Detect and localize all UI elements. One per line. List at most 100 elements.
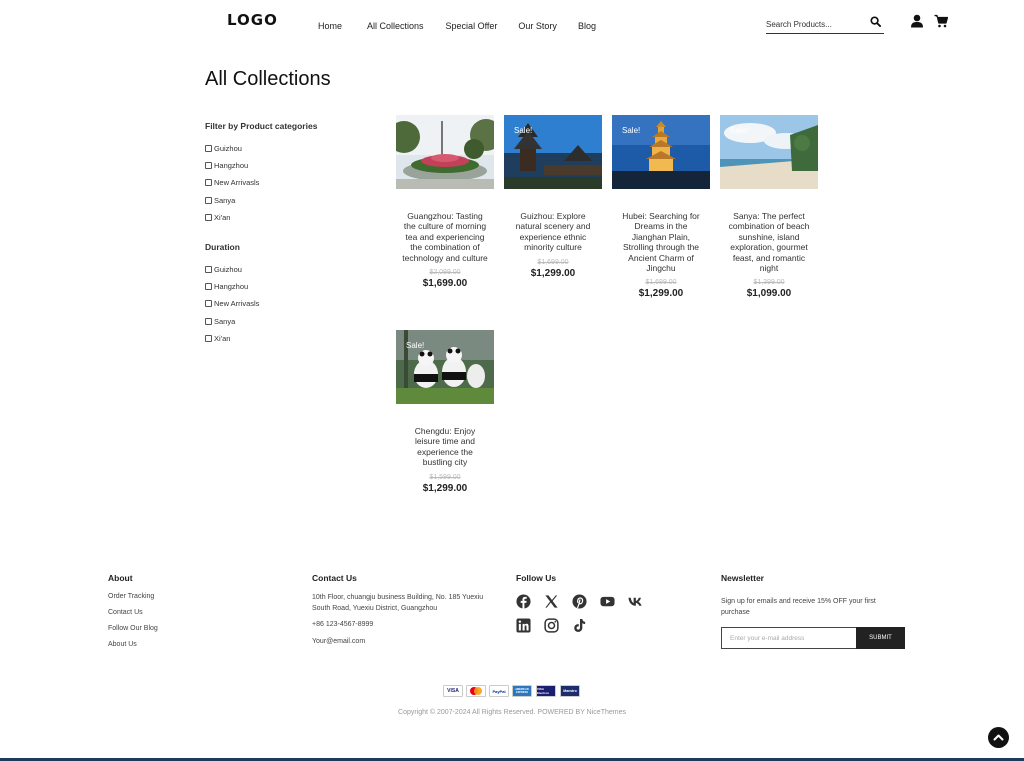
footer-follow-heading: Follow Us xyxy=(516,573,557,583)
product-card-sanya[interactable]: Sale! Sanya: The perfect combination of … xyxy=(720,115,818,299)
product-card-chengdu[interactable]: Sale! Chengdu: Enjoy leisure time and ex… xyxy=(396,330,494,494)
nav-home[interactable]: Home xyxy=(318,21,342,31)
product-image[interactable]: Sale! xyxy=(396,330,494,404)
filter-option[interactable]: Xi'an xyxy=(205,330,259,347)
product-price: $1,099.00 xyxy=(746,288,792,300)
pinterest-icon[interactable] xyxy=(572,594,587,609)
amex-icon: AMERICAN EXPRESS xyxy=(512,685,532,697)
product-image[interactable]: Sale! xyxy=(612,115,710,189)
chevron-up-icon xyxy=(993,734,1004,741)
product-card-guangzhou[interactable]: Guangzhou: Tasting the culture of mornin… xyxy=(396,115,494,289)
vk-icon[interactable] xyxy=(628,594,643,609)
newsletter-text: Sign up for emails and receive 15% OFF y… xyxy=(721,598,876,616)
checkbox[interactable] xyxy=(205,162,212,170)
nav-all-collections[interactable]: All Collections xyxy=(367,21,424,31)
footer-contact-heading: Contact Us xyxy=(312,573,357,583)
footer-newsletter-heading: Newsletter xyxy=(721,573,764,583)
product-image[interactable]: Sale! xyxy=(504,115,602,189)
filter-option[interactable]: Guizhou xyxy=(205,140,259,157)
site-logo[interactable]: LOGO xyxy=(227,11,278,29)
filter-option[interactable]: Hangzhou xyxy=(205,278,259,295)
search-input[interactable] xyxy=(766,16,864,33)
product-name[interactable]: Chengdu: Enjoy leisure time and experien… xyxy=(396,426,494,468)
checkbox[interactable] xyxy=(205,145,212,153)
site-header: LOGO Home All Collections Special Offer … xyxy=(0,0,1024,46)
filter-option[interactable]: Hangzhou xyxy=(205,157,259,174)
filter-option[interactable]: Guizhou xyxy=(205,261,259,278)
product-old-price: $2,099.00 xyxy=(429,269,461,277)
filter-label: Sanya xyxy=(214,316,236,326)
youtube-icon[interactable] xyxy=(600,594,615,609)
filter-label: Guizhou xyxy=(214,265,242,275)
back-to-top-button[interactable] xyxy=(988,727,1009,748)
newsletter-submit-button[interactable]: SUBMIT xyxy=(856,627,905,649)
checkbox[interactable] xyxy=(205,213,212,221)
instagram-icon[interactable] xyxy=(544,618,559,633)
footer-about-heading: About xyxy=(108,573,133,583)
product-name[interactable]: Guizhou: Explore natural scenery and exp… xyxy=(504,211,602,253)
checkbox[interactable] xyxy=(205,300,212,308)
filter-label: Hangzhou xyxy=(214,282,249,292)
visa-electron-icon: VISA Electron xyxy=(536,685,556,697)
product-name[interactable]: Hubei: Searching for Dreams in the Jiang… xyxy=(612,211,710,273)
checkbox[interactable] xyxy=(205,334,212,342)
linkedin-icon[interactable] xyxy=(516,618,531,633)
footer-link-about-us[interactable]: About Us xyxy=(108,641,137,648)
category-filter-list: Guizhou Hangzhou New Arrivasls Sanya Xi'… xyxy=(205,140,259,226)
footer-email[interactable]: Your@email.com xyxy=(312,638,365,645)
product-name[interactable]: Guangzhou: Tasting the culture of mornin… xyxy=(396,211,494,263)
mastercard-icon xyxy=(466,685,486,697)
product-card-guizhou[interactable]: Sale! Guizhou: Explore natural scenery a… xyxy=(504,115,602,279)
filter-label: New Arrivasls xyxy=(214,299,260,309)
tiktok-icon[interactable] xyxy=(572,618,587,633)
filter-option[interactable]: New Arrivasls xyxy=(205,174,259,191)
product-price: $1,699.00 xyxy=(422,278,468,290)
filter-label: Hangzhou xyxy=(214,161,249,171)
footer-address-line1: 10th Floor, chuangju business Building, … xyxy=(312,594,484,601)
product-card-hubei[interactable]: Sale! Hubei: Searching for Dreams in the… xyxy=(612,115,710,299)
paypal-icon: PayPal xyxy=(489,685,509,697)
footer-address-line2: South Road, Yuexiu District, Guangzhou xyxy=(312,605,438,612)
product-price: $1,299.00 xyxy=(530,267,576,279)
footer-link-contact-us[interactable]: Contact Us xyxy=(108,609,143,616)
filter-label: New Arrivasls xyxy=(214,178,260,188)
checkbox[interactable] xyxy=(205,317,212,325)
search-icon[interactable] xyxy=(870,16,881,27)
checkbox[interactable] xyxy=(205,266,212,274)
search-box xyxy=(766,14,884,34)
product-name[interactable]: Sanya: The perfect combination of beach … xyxy=(720,211,818,273)
x-icon[interactable] xyxy=(544,594,559,609)
filter-label: Sanya xyxy=(214,195,236,205)
maestro-icon: Maestro xyxy=(560,685,580,697)
footer-link-order-tracking[interactable]: Order Tracking xyxy=(108,593,154,600)
checkbox[interactable] xyxy=(205,196,212,204)
nav-blog[interactable]: Blog xyxy=(578,21,596,31)
filter-option[interactable]: Sanya xyxy=(205,313,259,330)
product-image[interactable] xyxy=(396,115,494,189)
product-old-price: $1,399.00 xyxy=(753,279,785,287)
nav-special-offer[interactable]: Special Offer xyxy=(446,21,498,31)
checkbox[interactable] xyxy=(205,283,212,291)
page-title: All Collections xyxy=(205,68,331,90)
checkbox[interactable] xyxy=(205,179,212,187)
newsletter-email-input[interactable] xyxy=(721,627,857,649)
filter-option[interactable]: Xi'an xyxy=(205,209,259,226)
nav-our-story[interactable]: Our Story xyxy=(518,21,557,31)
cart-icon[interactable] xyxy=(934,14,948,28)
main-nav: Home All Collections Special Offer Our S… xyxy=(318,21,617,31)
filter-option[interactable]: Sanya xyxy=(205,192,259,209)
filter-option[interactable]: New Arrivasls xyxy=(205,295,259,312)
duration-filter-list: Guizhou Hangzhou New Arrivasls Sanya Xi'… xyxy=(205,261,259,347)
duration-filter-heading: Duration xyxy=(205,242,240,252)
product-old-price: $1,699.00 xyxy=(645,279,677,287)
user-icon[interactable] xyxy=(910,14,924,28)
filter-label: Xi'an xyxy=(214,212,231,222)
copyright-text: Copyright © 2007-2024 All Rights Reserve… xyxy=(398,709,626,716)
sale-badge: Sale! xyxy=(514,126,533,135)
product-image[interactable]: Sale! xyxy=(720,115,818,189)
footer-link-follow-blog[interactable]: Follow Our Blog xyxy=(108,625,158,632)
footer-phone: +86 123-4567-8999 xyxy=(312,621,374,628)
product-old-price: $1,699.00 xyxy=(537,258,569,266)
facebook-icon[interactable] xyxy=(516,594,531,609)
sale-badge: Sale! xyxy=(406,341,425,350)
